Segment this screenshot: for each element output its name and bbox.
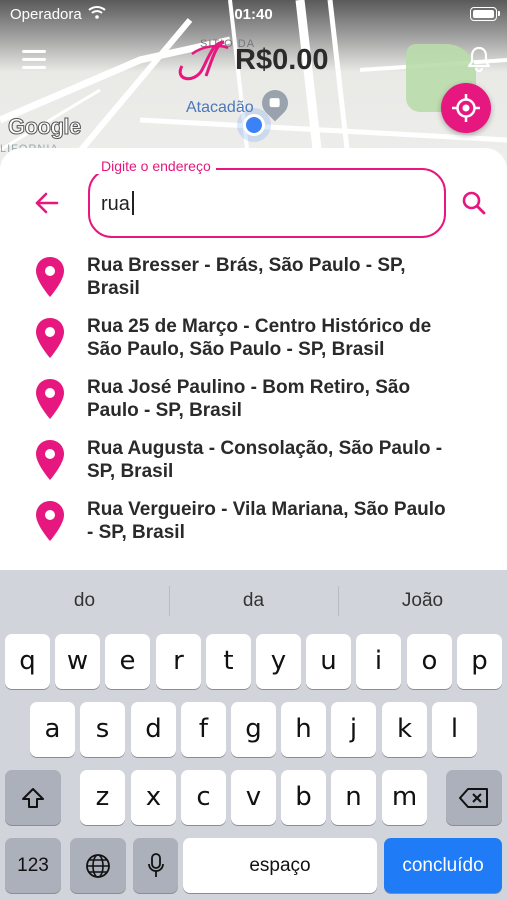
address-result-item[interactable]: Rua 25 de Março - Centro Histórico de São… [0,313,507,374]
search-button[interactable] [461,190,487,221]
address-input-text: rua [101,193,130,215]
result-line-1: Rua Bresser - Brás, São Paulo - SP, [87,255,406,276]
address-field-label: Digite o endereço [96,158,216,174]
key-o[interactable]: o [407,634,452,689]
key-n[interactable]: n [331,770,376,825]
key-g[interactable]: g [231,702,276,757]
menu-button[interactable] [22,50,48,70]
result-line-2: - SP, Brasil [87,522,185,543]
numbers-key[interactable]: 123 [5,838,61,893]
map-place-label: Atacadão [186,99,254,116]
shift-key[interactable] [5,770,61,825]
map-pin-icon [35,439,65,486]
google-logo: Google [8,114,82,140]
result-line-1: Rua José Paulino - Bom Retiro, São [87,377,411,398]
key-j[interactable]: j [331,702,376,757]
map-pin-icon [35,256,65,303]
key-l[interactable]: l [432,702,477,757]
map-pin-icon [35,378,65,425]
key-e[interactable]: e [105,634,150,689]
result-line-2: SP, Brasil [87,461,174,482]
result-line-1: Rua 25 de Março - Centro Histórico de [87,316,432,337]
locate-me-button[interactable] [441,83,491,133]
key-h[interactable]: h [281,702,326,757]
battery-icon [470,7,500,21]
address-result-item[interactable]: Rua Augusta - Consolação, São Paulo - SP,… [0,435,507,496]
suggestion-item[interactable]: João [338,590,507,612]
app-logo [172,36,232,89]
arrow-left-icon [35,192,59,214]
balance-display: R$0.00 [235,44,329,76]
key-a[interactable]: a [30,702,75,757]
done-key[interactable]: concluído [384,838,502,893]
suggestion-bar: do da João [0,570,507,630]
current-location-dot [243,114,265,136]
text-caret [131,191,134,215]
key-b[interactable]: b [281,770,326,825]
key-s[interactable]: s [80,702,125,757]
on-screen-keyboard: do da João q w e r t y u i o p a s d f g… [0,570,507,900]
key-p[interactable]: p [457,634,502,689]
result-line-2: Paulo - SP, Brasil [87,400,242,421]
notifications-button[interactable] [467,46,491,77]
shift-icon [22,787,44,808]
bell-icon [467,46,491,73]
address-field-value[interactable]: rua [101,191,134,216]
key-i[interactable]: i [356,634,401,689]
key-y[interactable]: y [256,634,301,689]
backspace-key[interactable] [446,770,502,825]
key-f[interactable]: f [181,702,226,757]
search-icon [462,191,486,215]
globe-key[interactable] [70,838,126,893]
back-button[interactable] [34,190,60,221]
suggestion-item[interactable]: da [169,590,338,612]
key-v[interactable]: v [231,770,276,825]
address-results-list: Rua Bresser - Brás, São Paulo - SP, Brasi… [0,252,507,557]
result-line-2: Brasil [87,278,140,299]
key-u[interactable]: u [306,634,351,689]
map-pin-icon [35,317,65,364]
space-key[interactable]: espaço [183,838,377,893]
status-bar: Operadora 01:40 [0,0,507,28]
hamburger-icon [22,50,46,53]
address-result-item[interactable]: Rua Vergueiro - Vila Mariana, São Paulo -… [0,496,507,557]
globe-icon [86,853,110,878]
crosshair-icon [452,94,480,122]
key-d[interactable]: d [131,702,176,757]
microphone-icon [147,852,164,877]
backspace-icon [459,787,488,808]
key-t[interactable]: t [206,634,251,689]
key-q[interactable]: q [5,634,50,689]
key-x[interactable]: x [131,770,176,825]
key-r[interactable]: r [156,634,201,689]
map-pin-icon [35,500,65,547]
key-k[interactable]: k [382,702,427,757]
address-search-input[interactable] [88,168,446,238]
microphone-key[interactable] [133,838,178,893]
result-line-1: Rua Augusta - Consolação, São Paulo - [87,438,443,459]
key-w[interactable]: w [55,634,100,689]
key-z[interactable]: z [80,770,125,825]
key-c[interactable]: c [181,770,226,825]
address-result-item[interactable]: Rua José Paulino - Bom Retiro, São Paulo … [0,374,507,435]
clock: 01:40 [234,6,273,23]
result-line-2: São Paulo, São Paulo - SP, Brasil [87,339,385,360]
result-line-1: Rua Vergueiro - Vila Mariana, São Paulo [87,499,446,520]
key-m[interactable]: m [382,770,427,825]
address-result-item[interactable]: Rua Bresser - Brás, São Paulo - SP, Brasi… [0,252,507,313]
suggestion-item[interactable]: do [0,590,169,612]
